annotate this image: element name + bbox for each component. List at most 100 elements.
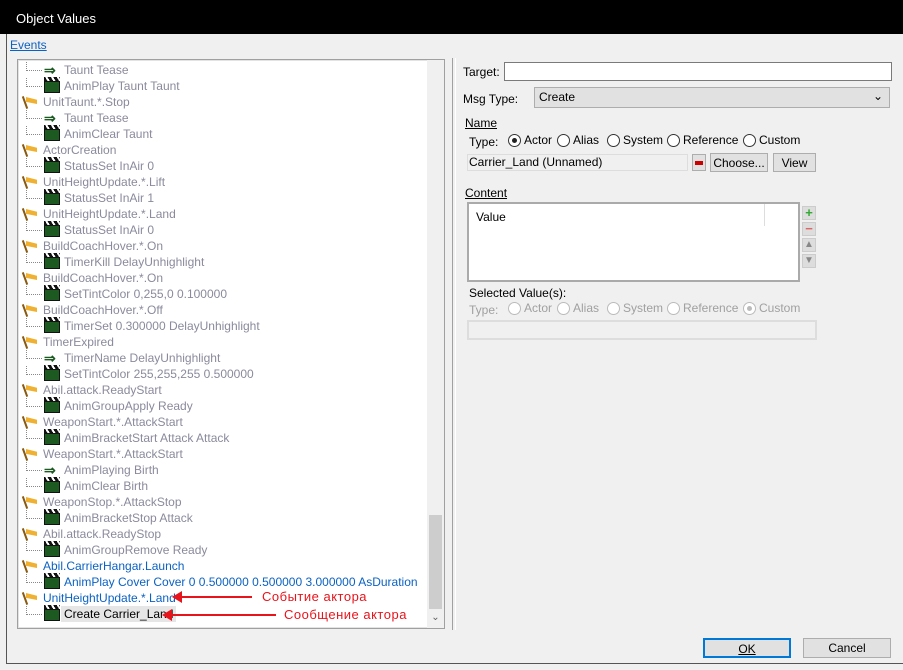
content-list[interactable]: Value: [467, 202, 800, 282]
message-item[interactable]: StatusSet InAir 0: [26, 157, 154, 174]
cancel-button[interactable]: Cancel: [803, 638, 891, 658]
clapperboard-icon: [44, 429, 60, 445]
column-divider: [764, 204, 765, 226]
item-label: AnimPlaying Birth: [64, 463, 159, 477]
msgtype-value: Create: [539, 90, 576, 104]
message-item[interactable]: TimerKill DelayUnhighlight: [26, 253, 205, 270]
event-item[interactable]: TimerExpired: [22, 334, 114, 350]
selected-type-radio-alias: Alias: [557, 301, 599, 315]
type-radio-system[interactable]: System: [607, 133, 663, 147]
message-item[interactable]: StatusSet InAir 1: [26, 189, 154, 206]
title-bar: Object Values: [0, 0, 903, 34]
message-item[interactable]: SetTintColor 255,255,255 0.500000: [26, 365, 254, 382]
event-item[interactable]: ActorCreation: [22, 142, 116, 158]
event-tree[interactable]: ⌄ ⇒ Taunt Tease AnimPlay Taunt Taunt UnitTa…: [17, 59, 445, 629]
flag-icon: [22, 175, 38, 189]
move-down-button[interactable]: ▼: [802, 254, 816, 268]
message-item[interactable]: AnimClear Taunt: [26, 125, 153, 142]
message-item[interactable]: ⇒ Taunt Tease: [26, 109, 129, 126]
remove-value-button[interactable]: −: [802, 222, 816, 236]
message-item[interactable]: AnimPlay Cover Cover 0 0.500000 0.500000…: [26, 573, 418, 590]
move-up-button[interactable]: ▲: [802, 238, 816, 252]
add-value-button[interactable]: +: [802, 206, 816, 220]
clear-name-button[interactable]: [692, 154, 706, 171]
event-item[interactable]: UnitHeightUpdate.*.Land: [22, 590, 176, 606]
item-label: AnimClear Taunt: [64, 127, 153, 141]
item-label: Abil.attack.ReadyStart: [43, 383, 162, 397]
event-item[interactable]: WeaponStart.*.AttackStart: [22, 414, 183, 430]
event-item[interactable]: Abil.CarrierHangar.Launch: [22, 558, 184, 574]
type-radio-actor[interactable]: Actor: [508, 133, 552, 147]
annotation-arrow: [162, 609, 276, 621]
type-radio-reference[interactable]: Reference: [667, 133, 738, 147]
type-radio-alias[interactable]: Alias: [557, 133, 599, 147]
item-label: UnitHeightUpdate.*.Land: [43, 591, 176, 605]
events-link[interactable]: Events: [10, 38, 47, 52]
radio-icon: [557, 133, 570, 147]
message-item[interactable]: ⇒ TimerName DelayUnhighlight: [26, 349, 220, 366]
type-radio-custom[interactable]: Custom: [743, 133, 800, 147]
splitter[interactable]: [452, 58, 456, 630]
annotation-arrow: [172, 591, 252, 603]
item-label: AnimPlay Cover Cover 0 0.500000 0.500000…: [64, 575, 418, 589]
item-label: Abil.CarrierHangar.Launch: [43, 559, 185, 573]
view-button[interactable]: View: [773, 153, 816, 172]
flag-icon: [22, 415, 38, 429]
target-input[interactable]: [504, 62, 892, 81]
arrow-icon: ⇒: [44, 110, 56, 126]
tree-line: [26, 285, 42, 295]
event-item[interactable]: UnitTaunt.*.Stop: [22, 94, 130, 110]
message-item[interactable]: AnimBracketStart Attack Attack: [26, 429, 229, 446]
item-label: UnitHeightUpdate.*.Land: [43, 207, 176, 221]
event-item[interactable]: WeaponStop.*.AttackStop: [22, 494, 182, 510]
event-item[interactable]: UnitHeightUpdate.*.Land: [22, 206, 176, 222]
radio-icon: [607, 133, 620, 147]
message-item[interactable]: ⇒ Taunt Tease: [26, 61, 129, 78]
message-item[interactable]: AnimBracketStop Attack: [26, 509, 193, 526]
scroll-down-icon[interactable]: ⌄: [427, 612, 444, 626]
message-item[interactable]: StatusSet InAir 0: [26, 221, 154, 238]
item-label: UnitHeightUpdate.*.Lift: [43, 175, 166, 189]
message-item[interactable]: Create Carrier_Land: [26, 605, 177, 622]
selected-type-radio-reference: Reference: [667, 301, 738, 315]
message-item[interactable]: ⇒ AnimPlaying Birth: [26, 461, 159, 478]
item-label: TimerKill DelayUnhighlight: [64, 255, 205, 269]
message-item[interactable]: AnimGroupRemove Ready: [26, 541, 207, 558]
event-item[interactable]: WeaponStart.*.AttackStart: [22, 446, 183, 462]
item-label: WeaponStart.*.AttackStart: [43, 415, 183, 429]
name-field[interactable]: Carrier_Land (Unnamed): [467, 154, 688, 171]
clapperboard-icon: [44, 253, 60, 269]
radio-label: System: [623, 301, 664, 315]
radio-icon: [667, 301, 680, 315]
event-item[interactable]: UnitHeightUpdate.*.Lift: [22, 174, 165, 190]
tree-line: [26, 253, 42, 263]
choose-button[interactable]: Choose...: [710, 153, 768, 172]
selected-values-label: Selected Value(s):: [469, 286, 567, 300]
arrow-icon: ⇒: [44, 462, 56, 478]
tree-line: [26, 429, 42, 439]
chevron-down-icon: ⌄: [872, 89, 883, 103]
message-item[interactable]: AnimPlay Taunt Taunt: [26, 77, 180, 94]
item-label: Abil.attack.ReadyStop: [43, 527, 162, 541]
tree-scrollbar[interactable]: ⌄: [427, 60, 444, 628]
column-header-value: Value: [476, 210, 506, 224]
event-item[interactable]: Abil.attack.ReadyStop: [22, 526, 161, 542]
msgtype-select[interactable]: Create ⌄: [534, 87, 890, 108]
message-item[interactable]: AnimClear Birth: [26, 477, 148, 494]
target-label: Target:: [463, 65, 500, 79]
event-item[interactable]: BuildCoachHover.*.On: [22, 238, 163, 254]
event-item[interactable]: BuildCoachHover.*.Off: [22, 302, 163, 318]
event-item[interactable]: BuildCoachHover.*.On: [22, 270, 163, 286]
flag-icon: [22, 95, 38, 109]
event-item[interactable]: Abil.attack.ReadyStart: [22, 382, 162, 398]
ok-label: OK: [738, 642, 756, 656]
item-label: AnimPlay Taunt Taunt: [64, 79, 180, 93]
scroll-thumb[interactable]: [429, 515, 442, 609]
item-label: Create Carrier_Land: [61, 606, 177, 622]
message-item[interactable]: TimerSet 0.300000 DelayUnhighlight: [26, 317, 260, 334]
radio-icon: [667, 133, 680, 147]
tree-line: [26, 605, 42, 615]
message-item[interactable]: SetTintColor 0,255,0 0.100000: [26, 285, 227, 302]
message-item[interactable]: AnimGroupApply Ready: [26, 397, 193, 414]
ok-button[interactable]: OK: [703, 638, 791, 658]
